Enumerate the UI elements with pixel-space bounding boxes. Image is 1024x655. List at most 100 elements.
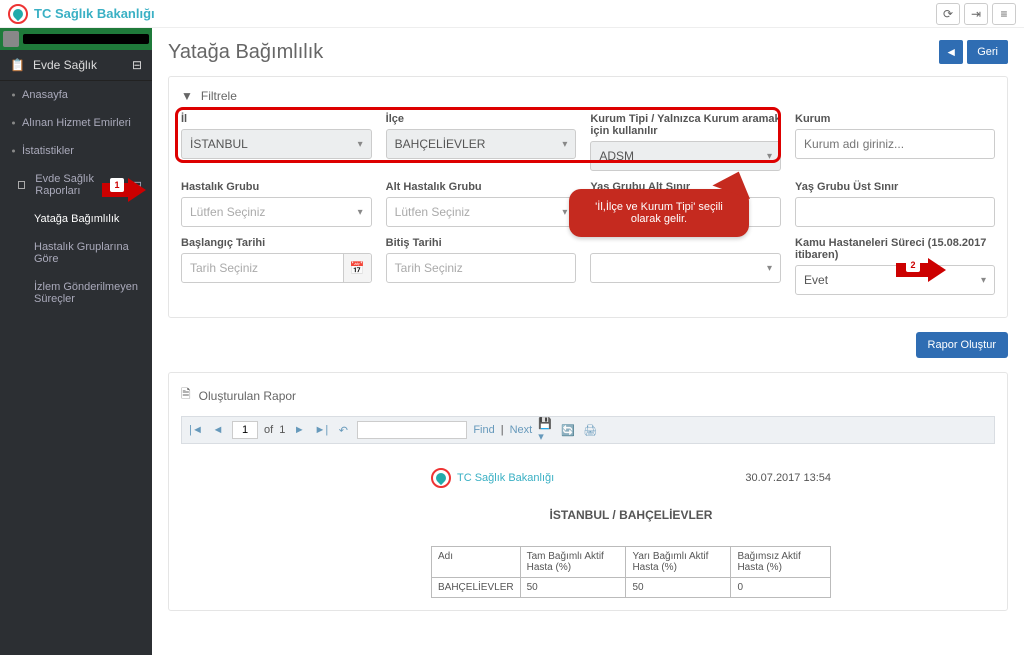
kurum-input[interactable] bbox=[795, 129, 995, 159]
yas-ust-input[interactable] bbox=[795, 197, 995, 227]
chevron-down-icon: ▾ bbox=[358, 139, 363, 150]
brand-text: TC Sağlık Bakanlığı bbox=[34, 6, 155, 21]
first-page-button[interactable]: |◄ bbox=[188, 422, 204, 438]
date-placeholder: Tarih Seçiniz bbox=[395, 261, 463, 275]
chevron-down-icon: ▾ bbox=[562, 207, 567, 218]
logo-icon bbox=[8, 4, 28, 24]
cell-tam: 50 bbox=[520, 578, 626, 598]
exit-icon: ⇥ bbox=[971, 7, 981, 21]
logout-button[interactable]: ⇥ bbox=[964, 3, 988, 25]
baslangic-tarihi-label: Başlangıç Tarihi bbox=[181, 237, 372, 249]
select-value: ADSM bbox=[599, 149, 634, 163]
toolbar-separator: | bbox=[501, 424, 504, 436]
sidebar-item-label: Anasayfa bbox=[22, 89, 68, 101]
panel-head-label: Oluşturulan Rapor bbox=[199, 389, 296, 403]
prev-page-button[interactable]: ◄ bbox=[210, 422, 226, 438]
of-label: of bbox=[264, 424, 273, 436]
menu-icon: ≡ bbox=[1000, 7, 1007, 21]
bitis-tarihi-label: Bitiş Tarihi bbox=[386, 237, 577, 249]
col-adi: Adı bbox=[432, 547, 521, 578]
funnel-icon: ▼ bbox=[181, 89, 193, 103]
back-arrow-button[interactable]: ◄ bbox=[939, 40, 963, 64]
il-select[interactable]: İSTANBUL ▾ bbox=[181, 129, 372, 159]
select-value: Evet bbox=[804, 273, 828, 287]
cell-adi: BAHÇELİEVLER bbox=[432, 578, 521, 598]
select-placeholder: Lütfen Seçiniz bbox=[190, 205, 265, 219]
sidebar-section-head[interactable]: 📋 Evde Sağlık ⊟ bbox=[0, 50, 152, 81]
chevron-down-icon: ▾ bbox=[767, 263, 772, 274]
refresh-icon: ⟳ bbox=[943, 7, 953, 21]
rapor-olustur-button[interactable]: Rapor Oluştur bbox=[916, 332, 1008, 358]
last-page-button[interactable]: ►| bbox=[313, 422, 329, 438]
baslangic-tarihi-input[interactable]: Tarih Seçiniz 📅 bbox=[181, 253, 372, 283]
bitis-tarihi-input[interactable]: Tarih Seçiniz bbox=[386, 253, 577, 283]
sidebar-item-istatistikler[interactable]: İstatistikler bbox=[0, 137, 152, 165]
export-button[interactable]: 💾▾ bbox=[538, 422, 554, 438]
next-page-button[interactable]: ► bbox=[291, 422, 307, 438]
alt-hastalik-grubu-label: Alt Hastalık Grubu bbox=[386, 181, 577, 193]
sidebar-item-hizmet-emirleri[interactable]: Alınan Hizmet Emirleri bbox=[0, 109, 152, 137]
marker-badge: 1 bbox=[110, 178, 124, 192]
refresh-report-button[interactable]: 🔄 bbox=[560, 422, 576, 438]
date-placeholder: Tarih Seçiniz bbox=[190, 261, 258, 275]
col-yari: Yarı Bağımlı Aktif Hasta (%) bbox=[626, 547, 731, 578]
sidebar-item-label: İzlem Gönderilmeyen Süreçler bbox=[34, 281, 138, 305]
sidebar-item-izlem-gonderilmeyen[interactable]: İzlem Gönderilmeyen Süreçler bbox=[0, 273, 152, 313]
panel-head-label: Filtrele bbox=[201, 89, 237, 103]
report-logo-icon bbox=[431, 468, 451, 488]
sidebar-item-label: İstatistikler bbox=[22, 145, 74, 157]
marker-2: 2 bbox=[896, 258, 946, 282]
avatar bbox=[3, 31, 19, 47]
hastalik-grubu-label: Hastalık Grubu bbox=[181, 181, 372, 193]
chevron-down-icon: ▾ bbox=[562, 139, 567, 150]
kurum-tipi-label: Kurum Tipi / Yalnızca Kurum aramak için … bbox=[590, 113, 781, 137]
document-icon: 🗎 bbox=[181, 385, 191, 406]
print-button[interactable]: 🖨 bbox=[582, 422, 598, 438]
ilce-select[interactable]: BAHÇELİEVLER ▾ bbox=[386, 129, 577, 159]
page-number-input[interactable] bbox=[232, 421, 258, 439]
col-tam: Tam Bağımlı Aktif Hasta (%) bbox=[520, 547, 626, 578]
ilce-label: İlçe bbox=[386, 113, 577, 125]
yas-ust-field[interactable] bbox=[804, 205, 986, 219]
kurum-input-field[interactable] bbox=[804, 137, 986, 151]
chevron-down-icon: ▾ bbox=[767, 151, 772, 162]
report-toolbar: |◄ ◄ of 1 ► ►| ↶ Find | Next 💾▾ 🔄 🖨 bbox=[181, 416, 995, 444]
yas-ust-label: Yaş Grubu Üst Sınır bbox=[795, 181, 995, 193]
user-badge[interactable] bbox=[0, 28, 152, 50]
filter-head: ▼ Filtrele bbox=[181, 89, 995, 103]
collapse-icon[interactable]: ⊟ bbox=[132, 58, 142, 72]
sidebar-item-yataga-bagimlilik[interactable]: Yatağa Bağımlılık bbox=[0, 205, 152, 233]
back-nav-button[interactable]: ↶ bbox=[335, 422, 351, 438]
username-redacted bbox=[23, 34, 149, 44]
menu-button[interactable]: ≡ bbox=[992, 3, 1016, 25]
sidebar-item-anasayfa[interactable]: Anasayfa bbox=[0, 81, 152, 109]
hastalik-grubu-select[interactable]: Lütfen Seçiniz ▾ bbox=[181, 197, 372, 227]
callout-text: olarak gelir. bbox=[587, 213, 731, 225]
sidebar-item-hastalik-gruplarina[interactable]: Hastalık Gruplarına Göre bbox=[0, 233, 152, 273]
empty-label bbox=[590, 237, 781, 249]
find-input[interactable] bbox=[357, 421, 467, 439]
square-icon bbox=[18, 181, 25, 189]
back-button[interactable]: Geri bbox=[967, 40, 1008, 64]
callout-bubble: 'İl,İlçe ve Kurum Tipi' seçili olarak ge… bbox=[569, 189, 749, 237]
alt-hastalik-grubu-select[interactable]: Lütfen Seçiniz ▾ bbox=[386, 197, 577, 227]
sidebar: 📋 Evde Sağlık ⊟ Anasayfa Alınan Hizmet E… bbox=[0, 28, 152, 655]
select-value: İSTANBUL bbox=[190, 137, 248, 151]
report-head: 🗎 Oluşturulan Rapor bbox=[181, 385, 995, 406]
find-button[interactable]: Find bbox=[473, 422, 494, 438]
kurum-tipi-select[interactable]: ADSM ▾ bbox=[590, 141, 781, 171]
cell-bagimsiz: 0 bbox=[731, 578, 831, 598]
select-placeholder: Lütfen Seçiniz bbox=[395, 205, 470, 219]
kurum-label: Kurum bbox=[795, 113, 995, 125]
marker-1: 1 bbox=[102, 178, 146, 202]
il-label: İl bbox=[181, 113, 372, 125]
calendar-icon[interactable]: 📅 bbox=[343, 254, 371, 282]
sidebar-item-label: Alınan Hizmet Emirleri bbox=[22, 117, 131, 129]
empty-select[interactable]: ▾ bbox=[590, 253, 781, 283]
find-next-button[interactable]: Next bbox=[510, 422, 533, 438]
report-timestamp: 30.07.2017 13:54 bbox=[745, 472, 831, 484]
brand-area: TC Sağlık Bakanlığı bbox=[8, 4, 155, 24]
col-bagimsiz: Bağımsız Aktif Hasta (%) bbox=[731, 547, 831, 578]
filter-panel: ▼ Filtrele İl İSTANBUL ▾ İlçe BAHÇELİEVL… bbox=[168, 76, 1008, 318]
refresh-button[interactable]: ⟳ bbox=[936, 3, 960, 25]
